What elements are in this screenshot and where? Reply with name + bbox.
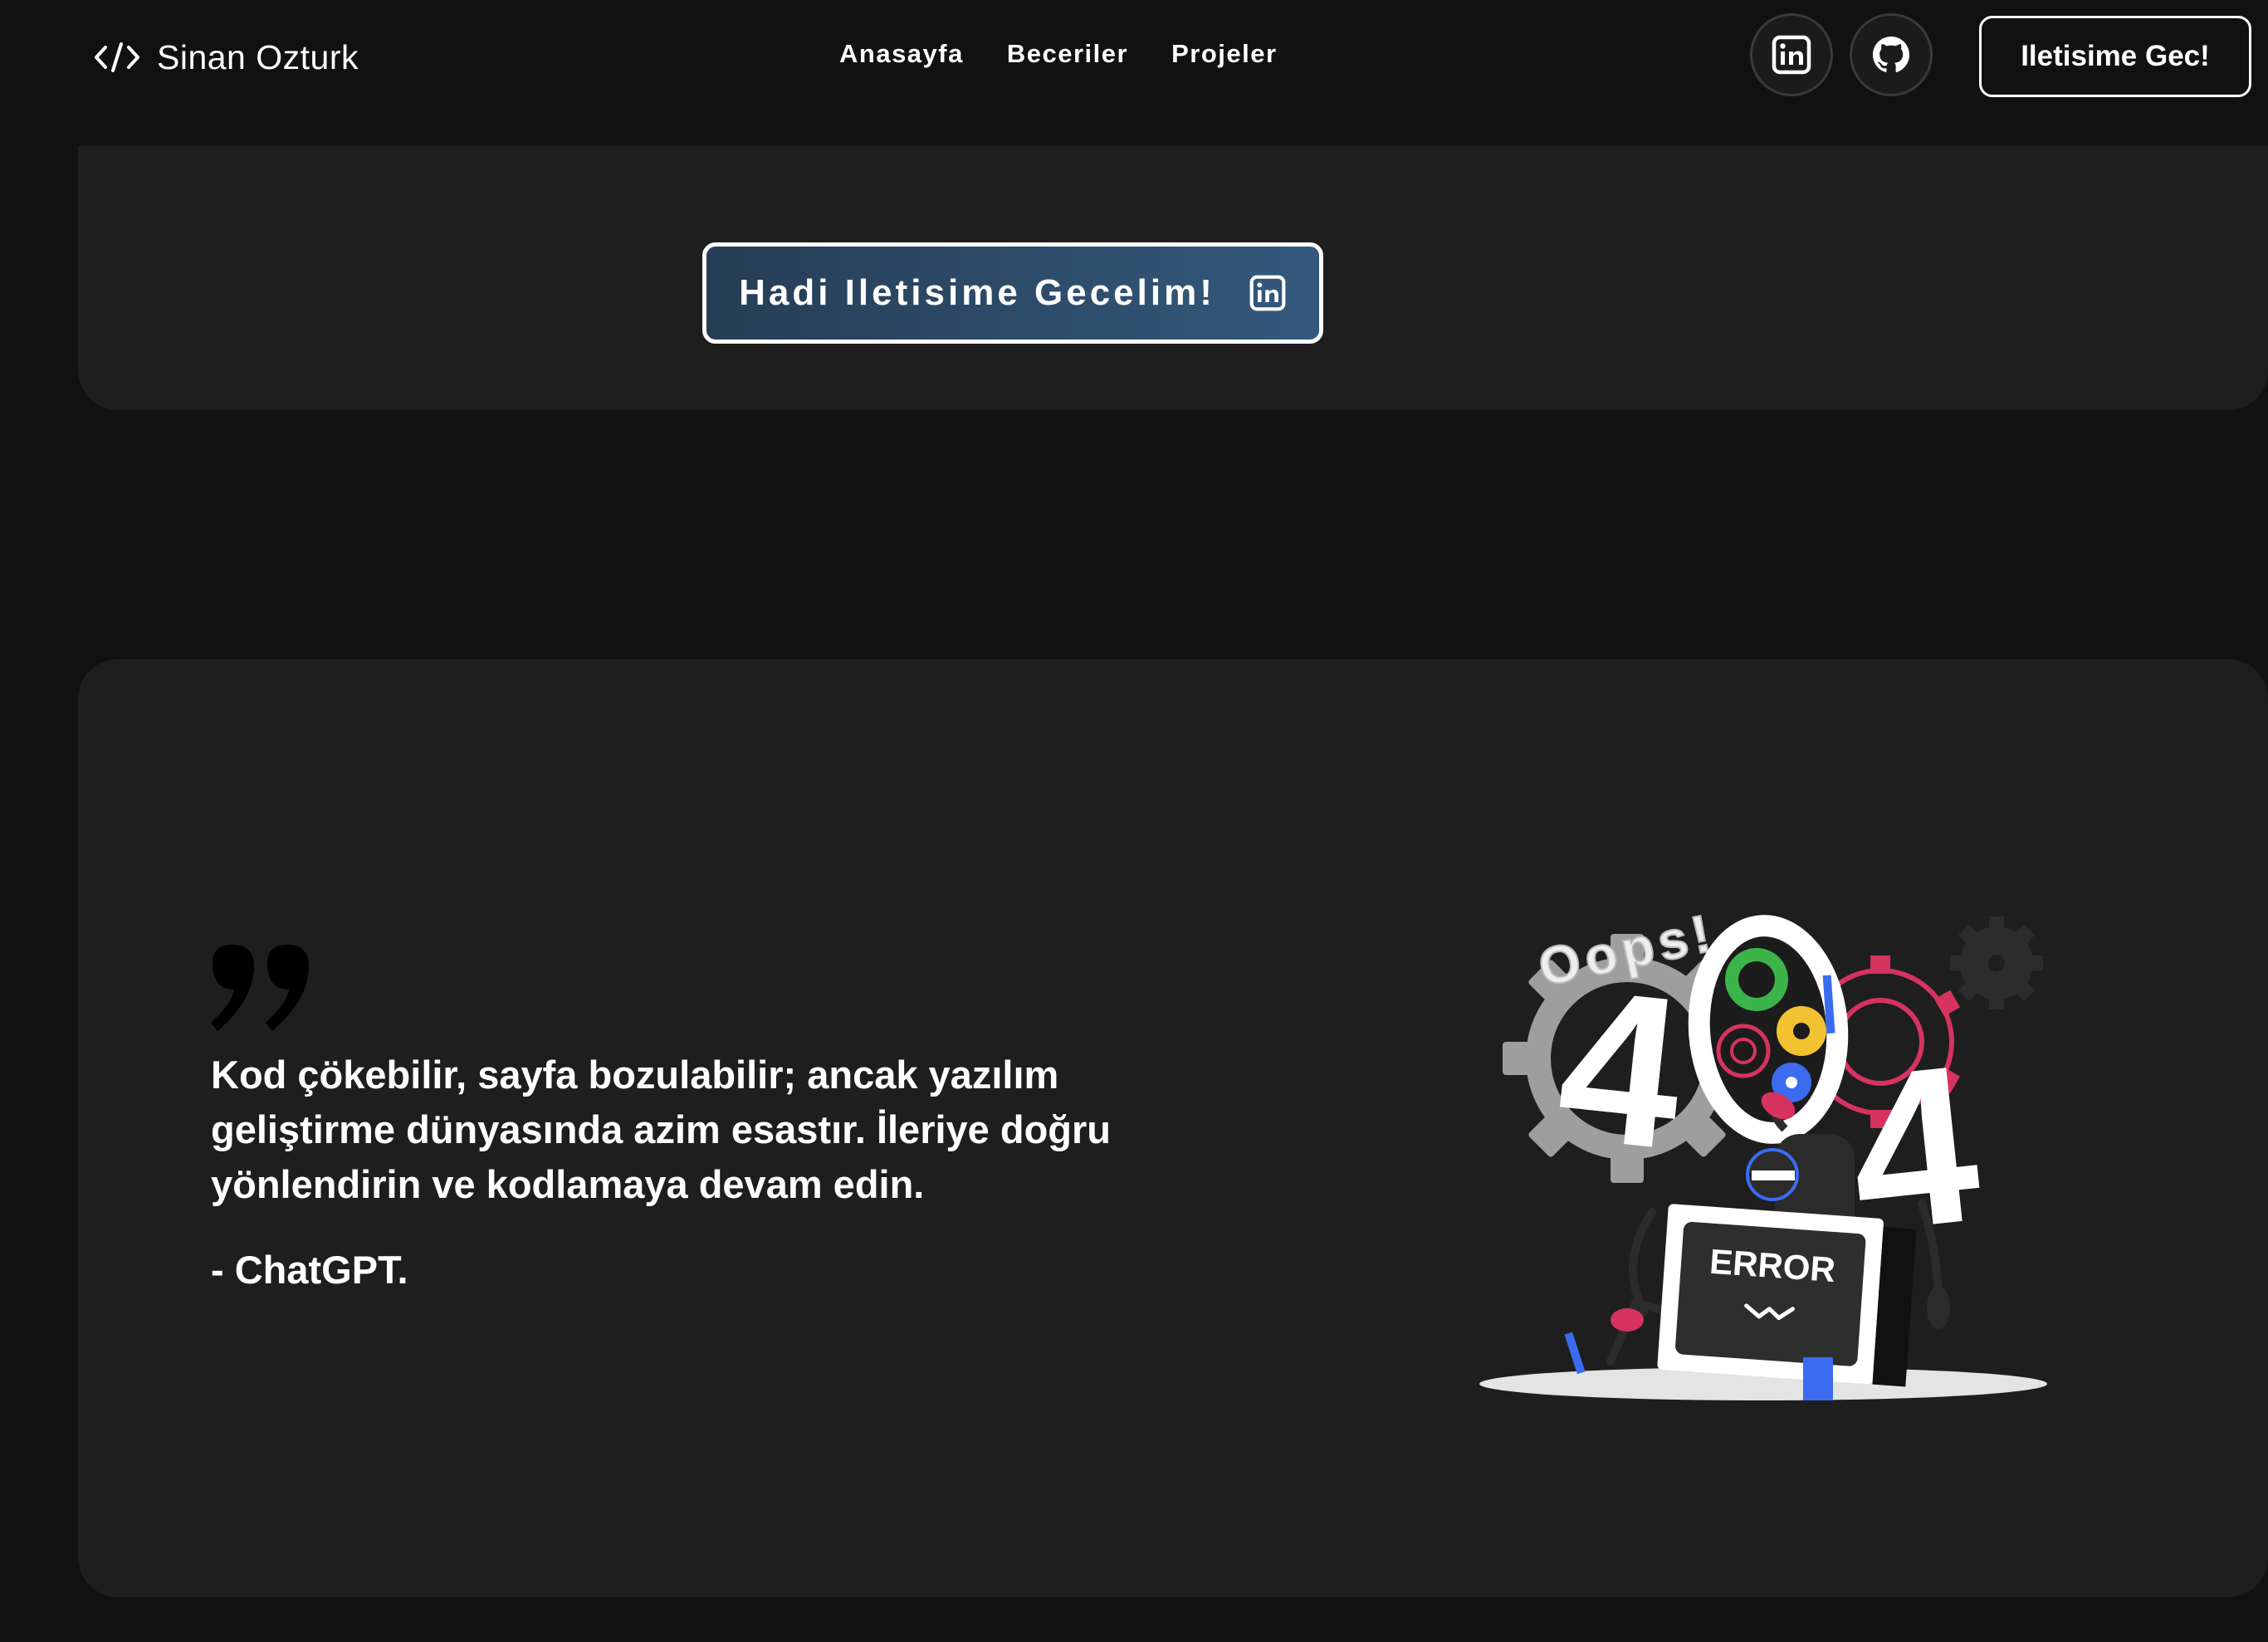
error-404-illustration: Oops! 4 4 ERROR: [1479, 902, 2047, 1400]
nav-link-projeler[interactable]: Projeler: [1171, 39, 1277, 69]
nav-link-anasayfa[interactable]: Anasayfa: [839, 39, 964, 69]
code-brackets-icon: [95, 42, 139, 72]
blue-cup: [1803, 1357, 1833, 1400]
linkedin-icon: [1772, 35, 1811, 75]
brand-name: Sinan Ozturk: [157, 37, 359, 76]
github-icon: [1873, 37, 1909, 72]
github-button[interactable]: [1850, 13, 1933, 96]
nav-link-beceriler[interactable]: Beceriler: [1007, 39, 1128, 69]
cta-label: Hadi Iletisime Gecelim!: [739, 272, 1215, 313]
linkedin-icon: [1249, 275, 1286, 311]
error-monitor: ERROR: [1657, 1204, 1917, 1387]
dark-gear-icon: [1950, 916, 2043, 1009]
page: Sinan Ozturk Anasayfa Beceriler Projeler…: [0, 0, 2268, 1642]
yellow-gear-icon: [1777, 1006, 1826, 1056]
quote-text: Kod çökebilir, sayfa bozulabilir; ancak …: [211, 1053, 1112, 1206]
navbar: Sinan Ozturk Anasayfa Beceriler Projeler…: [0, 0, 2268, 146]
quote-mark-icon: [211, 945, 309, 1031]
green-gear-icon: [1725, 948, 1788, 1011]
nav-links: Anasayfa Beceriler Projeler: [839, 33, 1278, 75]
contact-button[interactable]: Iletisime Gec!: [1979, 16, 2251, 97]
linkedin-button[interactable]: [1750, 13, 1833, 96]
digit-four-left: 4: [1548, 943, 1694, 1195]
lets-connect-button[interactable]: Hadi Iletisime Gecelim!: [702, 242, 1323, 344]
brand-logo[interactable]: Sinan Ozturk: [94, 33, 359, 81]
quote-author: - ChatGPT.: [211, 1248, 408, 1292]
